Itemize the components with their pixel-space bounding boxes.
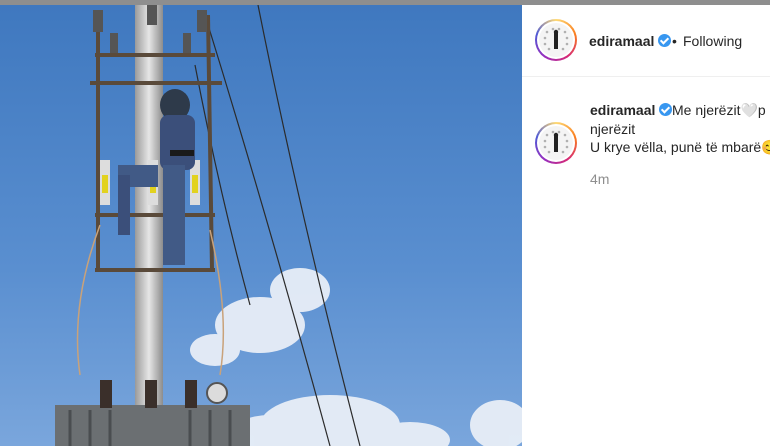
post-photo-image [0,5,522,446]
header-username[interactable]: ediramaal [589,33,672,49]
verified-badge-icon [658,34,672,47]
post-sidebar: ediramaal • Following ediramaal Me njerë… [522,5,770,446]
username-text[interactable]: ediramaal [589,33,654,49]
avatar-image [539,23,573,57]
post-photo[interactable] [0,5,522,446]
post-timestamp[interactable]: 4m [590,171,609,187]
verified-badge-icon [659,103,673,116]
caption-text-line-1: Me njerëzit🤍p [672,102,766,118]
separator-dot: • [672,33,677,49]
caption-text-line-3: U krye vëlla, punë të mbarë😊 [590,139,770,155]
caption-text-line-2: njerëzit [590,121,636,137]
following-button[interactable]: Following [683,33,742,49]
username-text[interactable]: ediramaal [590,102,655,118]
caption-username[interactable]: ediramaal [590,102,673,118]
avatar-image [539,126,573,160]
header-divider [522,76,770,77]
header-avatar[interactable] [535,19,577,61]
caption-avatar[interactable] [535,122,577,164]
